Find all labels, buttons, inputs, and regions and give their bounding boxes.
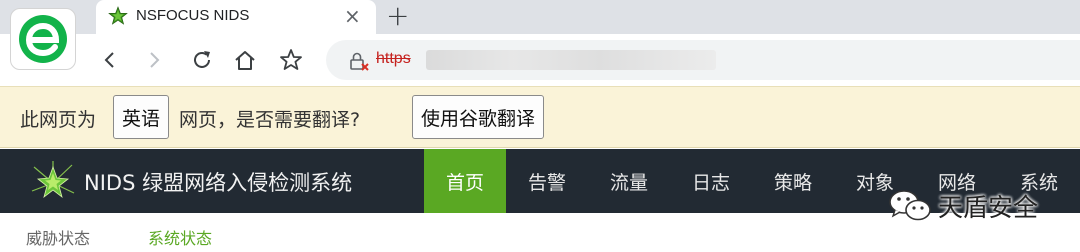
nav-logs[interactable]: 日志	[670, 149, 752, 213]
nav-alerts[interactable]: 告警	[506, 149, 588, 213]
bookmark-star-icon[interactable]	[277, 46, 305, 74]
browser-tab[interactable]: NSFOCUS NIDS ×	[96, 0, 376, 34]
tab-strip: NSFOCUS NIDS × +	[0, 0, 1080, 34]
translate-suffix: 网页，是否需要翻译?	[179, 109, 361, 131]
translate-prefix: 此网页为	[20, 109, 97, 131]
browser-e-logo-icon	[10, 8, 76, 70]
nav-policy[interactable]: 策略	[752, 149, 834, 213]
url-redacted	[426, 50, 716, 70]
reload-icon[interactable]	[188, 46, 216, 74]
wechat-icon	[889, 190, 931, 221]
translate-button[interactable]: 使用谷歌翻译	[412, 95, 545, 139]
url-scheme: https	[376, 50, 411, 67]
brand-name: NIDS 绿盟网络入侵检测系统	[84, 171, 353, 195]
green-star-icon	[108, 6, 128, 25]
address-bar[interactable]: https	[326, 40, 1080, 80]
tab-title: NSFOCUS NIDS	[136, 7, 250, 24]
nav-home[interactable]: 首页	[424, 149, 506, 213]
tab-close-icon[interactable]: ×	[344, 4, 361, 28]
forward-icon[interactable]	[140, 46, 168, 74]
browser-toolbar: https	[0, 34, 1080, 86]
subtab-threat-status[interactable]: 威胁状态	[26, 225, 90, 249]
new-tab-button[interactable]: +	[386, 1, 409, 31]
subtab-system-status[interactable]: 系统状态	[148, 225, 212, 249]
nav-traffic[interactable]: 流量	[588, 149, 670, 213]
translate-infobar: 此网页为 英语 网页，是否需要翻译? 使用谷歌翻译	[0, 86, 1080, 148]
watermark-text: 天盾安全	[938, 193, 1039, 222]
watermark: 天盾安全	[888, 186, 1038, 226]
nsfocus-star-logo-icon	[31, 161, 75, 199]
not-secure-lock-icon[interactable]	[348, 51, 370, 73]
back-icon[interactable]	[96, 46, 124, 74]
language-button[interactable]: 英语	[113, 95, 170, 139]
home-icon[interactable]	[231, 46, 259, 74]
